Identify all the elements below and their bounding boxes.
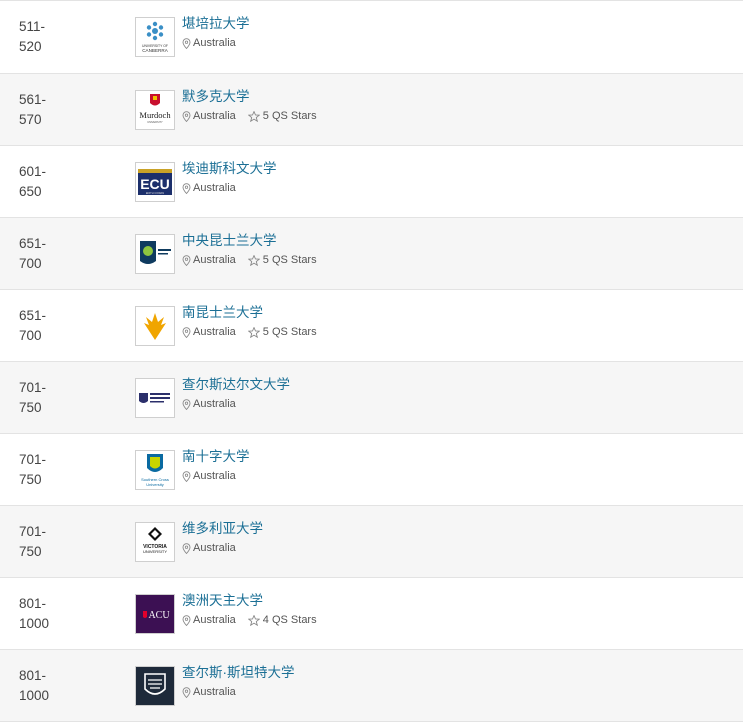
rank-label: 651- 700 bbox=[19, 307, 47, 343]
rank-label: 801- 1000 bbox=[19, 667, 50, 703]
rank-label: 701- 750 bbox=[19, 451, 47, 487]
university-name-link[interactable]: 埃迪斯科文大学 bbox=[182, 160, 277, 178]
rank-label: 651- 700 bbox=[19, 235, 47, 271]
university-logo[interactable] bbox=[135, 305, 175, 346]
vu-logo-icon: VICTORIA UNIVERSITY bbox=[143, 526, 167, 554]
location-text: Australia bbox=[193, 398, 236, 410]
location-text: Australia bbox=[193, 542, 236, 554]
list-item: 701- 750 查尔斯达尔文大学 Australia bbox=[0, 362, 743, 434]
location-pin-icon bbox=[182, 37, 191, 49]
star-icon bbox=[247, 254, 260, 266]
list-item: 701- 750 VICTORIA UNIVERSITY 维多利亚大学 Aust… bbox=[0, 506, 743, 578]
svg-text:EDITH COWAN: EDITH COWAN bbox=[146, 191, 164, 195]
csu-logo-icon bbox=[136, 666, 174, 705]
list-item: 801- 1000 ACU 澳洲天主大学 Australia 4 QS Star… bbox=[0, 578, 743, 650]
university-name-link[interactable]: 南十字大学 bbox=[182, 448, 250, 466]
cdu-logo-icon bbox=[139, 392, 170, 403]
university-ranking-list: 511- 520 UNIVERSITY OF CANBERRA 堪培拉大学 Au… bbox=[0, 0, 743, 722]
university-logo[interactable]: ECU EDITH COWAN bbox=[135, 161, 175, 202]
location-pin-icon bbox=[182, 254, 191, 266]
university-name-link[interactable]: 默多克大学 bbox=[182, 88, 317, 106]
svg-text:UNIVERSITY: UNIVERSITY bbox=[147, 120, 163, 124]
location-pin-icon bbox=[182, 182, 191, 194]
murdoch-logo-icon: Murdoch UNIVERSITY bbox=[139, 93, 171, 124]
location-text: Australia bbox=[193, 182, 236, 194]
svg-text:UNIVERSITY: UNIVERSITY bbox=[143, 549, 167, 554]
star-icon bbox=[247, 110, 260, 122]
university-name-link[interactable]: 维多利亚大学 bbox=[182, 520, 263, 538]
university-name-link[interactable]: 中央昆士兰大学 bbox=[182, 232, 317, 250]
location-pin-icon bbox=[182, 470, 191, 482]
list-item: 651- 700 南昆士兰大学 Australia 5 QS Stars bbox=[0, 290, 743, 362]
list-item: 511- 520 UNIVERSITY OF CANBERRA 堪培拉大学 Au… bbox=[0, 0, 743, 74]
star-icon bbox=[247, 614, 260, 626]
university-name-link[interactable]: 堪培拉大学 bbox=[182, 15, 250, 33]
rank-label: 701- 750 bbox=[19, 379, 47, 415]
university-name-link[interactable]: 南昆士兰大学 bbox=[182, 304, 317, 322]
university-logo[interactable]: UNIVERSITY OF CANBERRA bbox=[135, 17, 175, 57]
location-text: Australia bbox=[193, 326, 236, 338]
list-item: 701- 750 Southern Cross University 南十字大学… bbox=[0, 434, 743, 506]
location-pin-icon bbox=[182, 542, 191, 554]
svg-text:Murdoch: Murdoch bbox=[139, 110, 171, 120]
university-logo[interactable]: Southern Cross University bbox=[135, 449, 175, 490]
rank-label: 561- 570 bbox=[19, 91, 47, 127]
list-item: 801- 1000 查尔斯·斯坦特大学 Australia bbox=[0, 650, 743, 722]
location-text: Australia bbox=[193, 110, 236, 122]
rank-label: 701- 750 bbox=[19, 523, 47, 559]
university-logo[interactable] bbox=[135, 665, 175, 706]
university-name-link[interactable]: 查尔斯达尔文大学 bbox=[182, 376, 290, 394]
qs-stars-text: 5 QS Stars bbox=[262, 110, 317, 122]
scu-logo-icon: Southern Cross University bbox=[141, 453, 169, 487]
location-text: Australia bbox=[193, 254, 236, 266]
location-pin-icon bbox=[182, 110, 191, 122]
qs-stars-text: 4 QS Stars bbox=[262, 614, 317, 626]
rank-label: 601- 650 bbox=[19, 163, 47, 199]
qs-stars-text: 5 QS Stars bbox=[262, 326, 317, 338]
location-text: Australia bbox=[193, 470, 236, 482]
list-item: 561- 570 Murdoch UNIVERSITY 默多克大学 Austra… bbox=[0, 74, 743, 146]
university-logo[interactable] bbox=[135, 377, 175, 418]
rank-label: 801- 1000 bbox=[19, 595, 50, 631]
svg-text:University: University bbox=[146, 482, 164, 487]
location-pin-icon bbox=[182, 398, 191, 410]
list-item: 651- 700 中央昆士兰大学 Australia 5 QS Stars bbox=[0, 218, 743, 290]
acu-logo-icon: ACU bbox=[136, 594, 174, 633]
location-pin-icon bbox=[182, 614, 191, 626]
svg-text:ACU: ACU bbox=[148, 610, 170, 621]
location-text: Australia bbox=[193, 686, 236, 698]
university-logo[interactable] bbox=[135, 233, 175, 274]
cqu-logo-icon bbox=[140, 240, 171, 264]
location-pin-icon bbox=[182, 686, 191, 698]
star-icon bbox=[247, 326, 260, 338]
svg-text:ECU: ECU bbox=[140, 176, 170, 192]
svg-text:CANBERRA: CANBERRA bbox=[142, 48, 168, 53]
university-name-link[interactable]: 查尔斯·斯坦特大学 bbox=[182, 664, 295, 682]
university-logo[interactable]: Murdoch UNIVERSITY bbox=[135, 89, 175, 130]
rank-label: 511- 520 bbox=[19, 19, 46, 54]
location-text: Australia bbox=[193, 614, 236, 626]
university-logo[interactable]: ACU bbox=[135, 593, 175, 634]
ecu-logo-icon: ECU EDITH COWAN bbox=[138, 168, 172, 195]
location-pin-icon bbox=[182, 326, 191, 338]
university-name-link[interactable]: 澳洲天主大学 bbox=[182, 592, 317, 610]
list-item: 601- 650 ECU EDITH COWAN 埃迪斯科文大学 Austral… bbox=[0, 146, 743, 218]
qs-stars-text: 5 QS Stars bbox=[262, 254, 317, 266]
canberra-logo-icon: UNIVERSITY OF CANBERRA bbox=[142, 21, 169, 53]
university-logo[interactable]: VICTORIA UNIVERSITY bbox=[135, 521, 175, 562]
location-text: Australia bbox=[193, 37, 236, 49]
usq-logo-icon bbox=[144, 312, 166, 340]
